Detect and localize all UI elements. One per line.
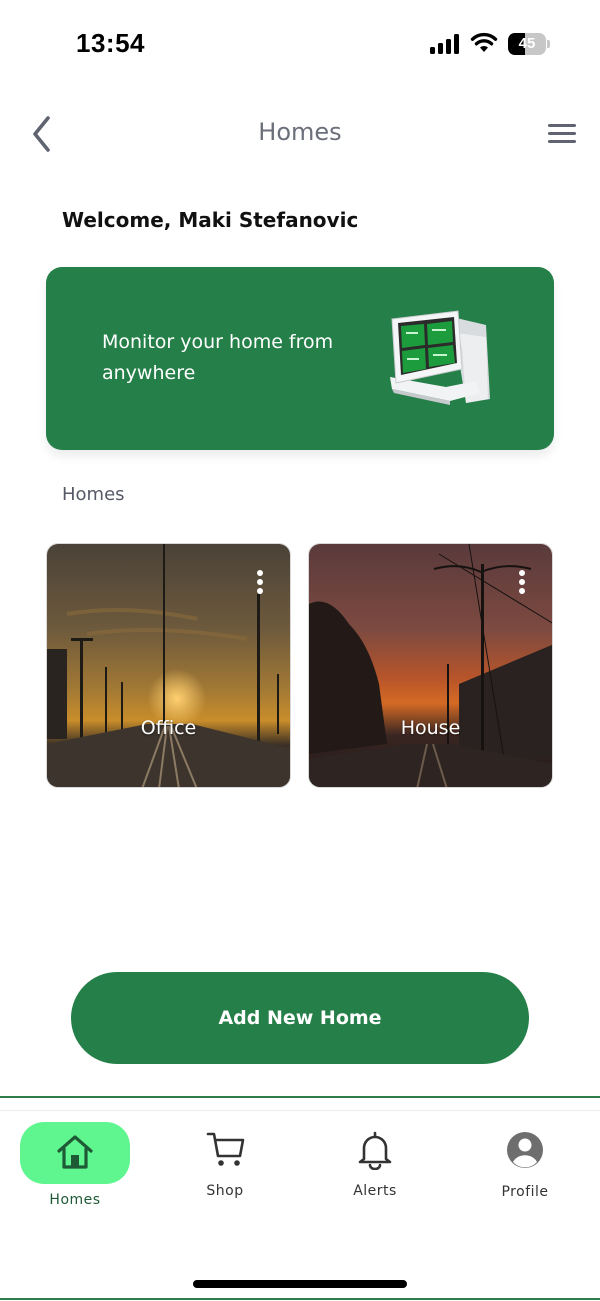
- wifi-icon: [470, 32, 498, 52]
- cart-icon: [206, 1132, 245, 1166]
- thermostat-device-image: [390, 310, 490, 405]
- hamburger-menu-icon[interactable]: [546, 120, 578, 148]
- nav-item-profile[interactable]: Profile: [450, 1112, 600, 1222]
- home-card-label: Office: [140, 717, 197, 739]
- more-vertical-icon[interactable]: [518, 570, 526, 596]
- homes-section-title: Homes: [62, 484, 125, 505]
- more-vertical-icon[interactable]: [256, 570, 264, 596]
- signal-icon: [430, 34, 459, 54]
- divider: [0, 1110, 600, 1111]
- home-card-house[interactable]: House: [308, 543, 553, 788]
- nav-label: Alerts: [353, 1183, 397, 1199]
- welcome-message: Welcome, Maki Stefanovic: [62, 208, 359, 232]
- status-time: 13:54: [76, 28, 145, 58]
- home-indicator[interactable]: [193, 1280, 407, 1288]
- home-card-label: House: [400, 717, 461, 739]
- nav-label: Homes: [49, 1192, 101, 1208]
- nav-label: Shop: [206, 1183, 244, 1199]
- user-avatar-icon: [507, 1132, 543, 1168]
- nav-label: Profile: [501, 1184, 549, 1200]
- status-bar: 13:54 45: [0, 0, 600, 90]
- divider: [0, 1298, 600, 1300]
- nav-item-shop[interactable]: Shop: [150, 1112, 300, 1222]
- nav-item-alerts[interactable]: Alerts: [300, 1112, 450, 1222]
- app-header: Homes: [0, 100, 600, 170]
- house-photo: [309, 544, 552, 787]
- add-new-home-button[interactable]: Add New Home: [71, 972, 529, 1064]
- home-card-office[interactable]: Office: [46, 543, 291, 788]
- nav-item-homes[interactable]: Homes: [0, 1112, 150, 1222]
- bottom-navigation: Homes Shop Alerts Profile: [0, 1112, 600, 1232]
- page-title: Homes: [258, 118, 342, 146]
- home-icon: [57, 1135, 93, 1169]
- divider: [0, 1096, 600, 1098]
- promo-banner: Monitor your home from anywhere: [46, 267, 554, 450]
- bell-icon: [358, 1131, 392, 1170]
- promo-text: Monitor your home from anywhere: [102, 331, 334, 384]
- battery-icon: 45: [508, 33, 550, 55]
- office-photo: [47, 544, 290, 787]
- battery-level: 45: [518, 35, 536, 52]
